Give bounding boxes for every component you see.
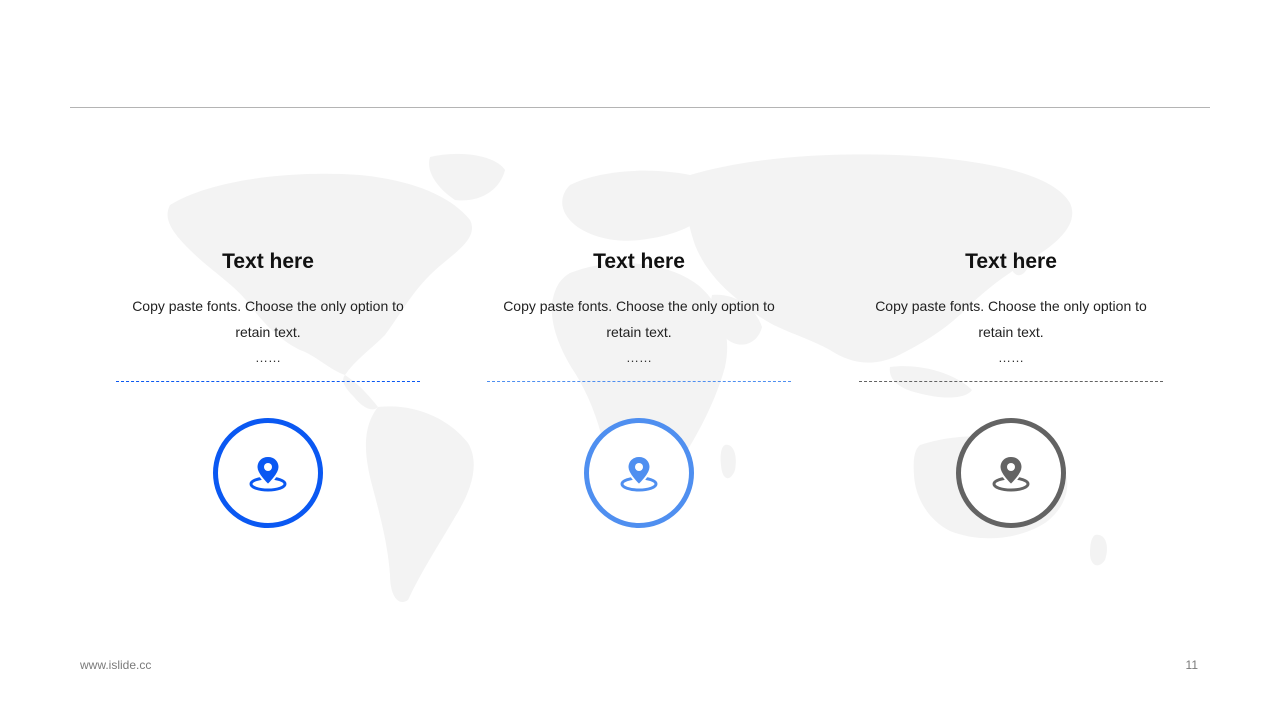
column-ellipsis: ……	[255, 350, 281, 365]
column-body-text: Copy paste fonts. Choose the only option…	[875, 298, 1147, 340]
column-body-text: Copy paste fonts. Choose the only option…	[503, 298, 775, 340]
location-icon-circle	[584, 418, 694, 528]
feature-column-1: Text here Copy paste fonts. Choose the o…	[108, 240, 428, 528]
column-dashed-divider	[859, 381, 1163, 382]
footer-website-url[interactable]: www.islide.cc	[80, 658, 151, 672]
location-icon-circle	[213, 418, 323, 528]
column-body-text: Copy paste fonts. Choose the only option…	[132, 298, 404, 340]
column-title: Text here	[593, 250, 685, 273]
page-number: 11	[1185, 658, 1198, 672]
location-icon-circle	[956, 418, 1066, 528]
location-pin-icon	[249, 454, 287, 492]
column-ellipsis: ……	[998, 350, 1024, 365]
column-title: Text here	[965, 250, 1057, 273]
column-title: Text here	[222, 250, 314, 273]
location-pin-icon	[620, 454, 658, 492]
top-divider-line	[70, 107, 1210, 108]
column-ellipsis: ……	[626, 350, 652, 365]
column-dashed-divider	[116, 381, 420, 382]
feature-column-2: Text here Copy paste fonts. Choose the o…	[479, 240, 799, 528]
location-pin-icon	[992, 454, 1030, 492]
column-dashed-divider	[487, 381, 791, 382]
feature-column-3: Text here Copy paste fonts. Choose the o…	[851, 240, 1171, 528]
